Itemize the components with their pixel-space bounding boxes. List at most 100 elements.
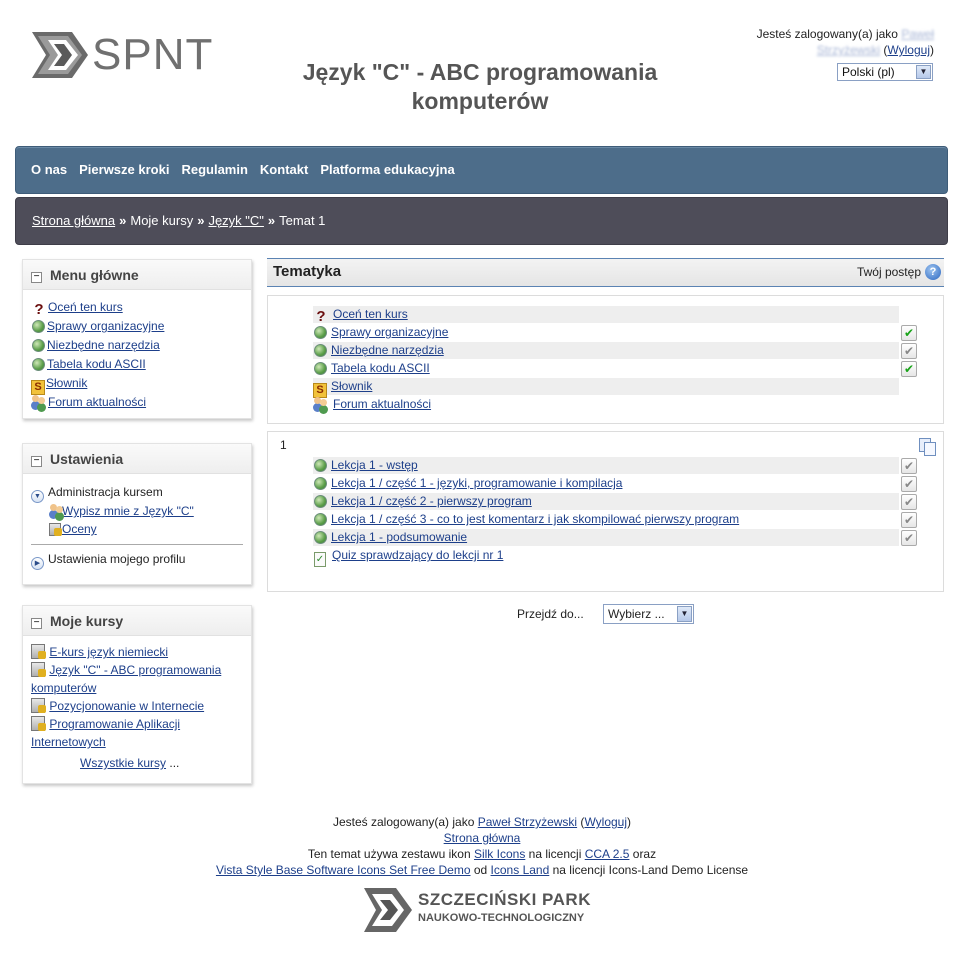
- jump-to-select[interactable]: Wybierz ... ▼: [603, 604, 694, 624]
- cca-link[interactable]: CCA 2.5: [585, 847, 630, 861]
- activity-tools[interactable]: Niezbędne narzędzia: [313, 342, 899, 359]
- footer-logout-link[interactable]: Wyloguj: [584, 815, 627, 829]
- nav-item-pierwsze-kroki[interactable]: Pierwsze kroki: [79, 147, 169, 193]
- completion-checkbox[interactable]: ✔: [901, 530, 917, 546]
- breadcrumb-course[interactable]: Język "C": [208, 213, 263, 228]
- vista-icons-link[interactable]: Vista Style Base Software Icons Set Free…: [216, 863, 471, 877]
- course-item[interactable]: Pozycjonowanie w Internecie: [31, 697, 251, 715]
- activity-link[interactable]: Lekcja 1 / część 1 - języki, programowan…: [331, 476, 622, 490]
- course-link[interactable]: Pozycjonowanie w Internecie: [49, 699, 204, 713]
- menu-item-ascii[interactable]: Tabela kodu ASCII: [31, 355, 251, 374]
- completion-checkbox[interactable]: ✔: [901, 512, 917, 528]
- nav-item-regulamin[interactable]: Regulamin: [181, 147, 247, 193]
- menu-item-organization[interactable]: Sprawy organizacyjne: [31, 317, 251, 336]
- collapse-icon[interactable]: −: [31, 456, 42, 467]
- my-courses-list: E-kurs język niemiecki Język "C" - ABC p…: [23, 636, 251, 772]
- course-title: Język "C" - ABC programowania komputerów: [270, 58, 690, 116]
- question-icon: ?: [316, 308, 326, 325]
- menu-item-label[interactable]: Oceń ten kurs: [48, 300, 123, 314]
- footer-home-link[interactable]: Strona główna: [444, 831, 521, 845]
- menu-item-label[interactable]: Słownik: [46, 376, 87, 390]
- menu-item-label[interactable]: Forum aktualności: [48, 395, 146, 409]
- collapse-icon[interactable]: −: [31, 618, 42, 629]
- activity-lesson-summary[interactable]: Lekcja 1 - podsumowanie: [313, 529, 899, 546]
- logout-link[interactable]: Wyloguj: [887, 43, 930, 57]
- course-item[interactable]: Język "C" - ABC programowania komputerów: [31, 661, 251, 697]
- activity-lesson-intro[interactable]: Lekcja 1 - wstęp: [313, 457, 899, 474]
- menu-item-label[interactable]: Tabela kodu ASCII: [47, 357, 146, 371]
- course-link[interactable]: Programowanie Aplikacji: [49, 717, 180, 731]
- activity-lesson-part3[interactable]: Lekcja 1 / część 3 - co to jest komentar…: [313, 511, 899, 528]
- course-link[interactable]: Język "C" - ABC programowania: [49, 663, 221, 677]
- activity-link[interactable]: Lekcja 1 / część 2 - pierwszy program: [331, 494, 532, 508]
- footer-vista-line: Vista Style Base Software Icons Set Free…: [0, 862, 964, 878]
- menu-item-label[interactable]: Sprawy organizacyjne: [47, 319, 164, 333]
- nav-item-o-nas[interactable]: O nas: [31, 147, 67, 193]
- activity-link[interactable]: Tabela kodu ASCII: [331, 361, 430, 375]
- completion-checkbox[interactable]: ✔: [901, 476, 917, 492]
- all-courses-link[interactable]: Wszystkie kursy: [80, 756, 166, 770]
- activity-lesson-part1[interactable]: Lekcja 1 / część 1 - języki, programowan…: [313, 475, 899, 492]
- user-name-link[interactable]: Paweł: [901, 27, 934, 41]
- breadcrumb-home[interactable]: Strona główna: [32, 213, 115, 228]
- completion-checkbox-done[interactable]: ✔: [901, 325, 917, 341]
- activity-link[interactable]: Forum aktualności: [333, 397, 431, 411]
- activity-link[interactable]: Lekcja 1 - podsumowanie: [331, 530, 467, 544]
- ellipsis: ...: [169, 756, 180, 770]
- site-logo[interactable]: SPNT: [28, 26, 213, 84]
- section-0: ? Oceń ten kurs Sprawy organizacyjne ✔ Ni…: [267, 295, 944, 424]
- activity-rate-course[interactable]: ? Oceń ten kurs: [313, 306, 899, 325]
- course-link-cont[interactable]: komputerów: [31, 681, 96, 695]
- activity-link[interactable]: Lekcja 1 / część 3 - co to jest komentar…: [331, 512, 739, 526]
- breadcrumb-my-courses: Moje kursy: [130, 213, 194, 228]
- user-name-link-2[interactable]: Strzyżewski: [817, 43, 880, 57]
- park-logo[interactable]: SZCZECIŃSKI PARK NAUKOWO-TECHNOLOGICZNY: [362, 886, 602, 934]
- completion-checkbox[interactable]: ✔: [901, 343, 917, 359]
- activity-organization[interactable]: Sprawy organizacyjne: [313, 324, 899, 341]
- activity-forum[interactable]: Forum aktualności: [313, 396, 899, 413]
- globe-icon: [314, 531, 327, 544]
- collapse-icon[interactable]: −: [31, 272, 42, 283]
- unenrol-item[interactable]: Wypisz mnie z Język "C": [23, 502, 251, 520]
- activity-quiz[interactable]: ✓ Quiz sprawdzający do lekcji nr 1: [313, 547, 899, 567]
- activity-ascii[interactable]: Tabela kodu ASCII: [313, 360, 899, 377]
- language-select[interactable]: Polski (pl) ▼: [837, 63, 933, 81]
- profile-settings-item[interactable]: ▶ Ustawienia mojego profilu: [23, 549, 251, 570]
- activity-link[interactable]: Sprawy organizacyjne: [331, 325, 448, 339]
- course-link[interactable]: E-kurs język niemiecki: [49, 645, 168, 659]
- grades-item[interactable]: Oceny: [23, 520, 251, 538]
- menu-item-rate[interactable]: ? Oceń ten kurs: [31, 298, 251, 318]
- forum-icon: [313, 397, 329, 411]
- nav-item-platforma[interactable]: Platforma edukacyjna: [320, 147, 454, 193]
- completion-checkbox[interactable]: ✔: [901, 458, 917, 474]
- activity-link[interactable]: Lekcja 1 - wstęp: [331, 458, 418, 472]
- activity-link[interactable]: Niezbędne narzędzia: [331, 343, 444, 357]
- footer-login-line: Jesteś zalogowany(a) jako Paweł Strzyżew…: [332, 815, 632, 829]
- completion-checkbox-done[interactable]: ✔: [901, 361, 917, 377]
- menu-item-glossary[interactable]: S Słownik: [31, 374, 251, 395]
- unenrol-link[interactable]: Wypisz mnie z Język "C": [62, 504, 194, 518]
- icons-land-link[interactable]: Icons Land: [491, 863, 550, 877]
- course-admin-item[interactable]: ▼ Administracja kursem: [23, 482, 251, 503]
- menu-item-label[interactable]: Niezbędne narzędzia: [47, 338, 160, 352]
- course-link-cont[interactable]: Internetowych: [31, 735, 106, 749]
- menu-item-tools[interactable]: Niezbędne narzędzia: [31, 336, 251, 355]
- footer-user-link[interactable]: Paweł Strzyżewski: [478, 815, 577, 829]
- activity-link[interactable]: Quiz sprawdzający do lekcji nr 1: [332, 548, 503, 562]
- completion-checkbox[interactable]: ✔: [901, 494, 917, 510]
- silk-icons-link[interactable]: Silk Icons: [474, 847, 525, 861]
- help-icon[interactable]: ?: [925, 264, 941, 280]
- copy-icon[interactable]: [919, 438, 936, 456]
- jump-to-label: Przejdź do...: [517, 607, 584, 621]
- grades-link[interactable]: Oceny: [62, 522, 97, 536]
- activity-lesson-part2[interactable]: Lekcja 1 / część 2 - pierwszy program: [313, 493, 899, 510]
- activity-link[interactable]: Oceń ten kurs: [333, 307, 408, 321]
- jump-to-value: Wybierz ...: [608, 607, 665, 621]
- course-item[interactable]: E-kurs język niemiecki: [31, 643, 251, 661]
- activity-link[interactable]: Słownik: [331, 379, 372, 393]
- nav-item-kontakt[interactable]: Kontakt: [260, 147, 308, 193]
- globe-icon: [314, 459, 327, 472]
- activity-glossary[interactable]: S Słownik: [313, 378, 899, 398]
- course-item[interactable]: Programowanie Aplikacji Internetowych: [31, 715, 251, 751]
- menu-item-forum[interactable]: Forum aktualności: [31, 393, 251, 412]
